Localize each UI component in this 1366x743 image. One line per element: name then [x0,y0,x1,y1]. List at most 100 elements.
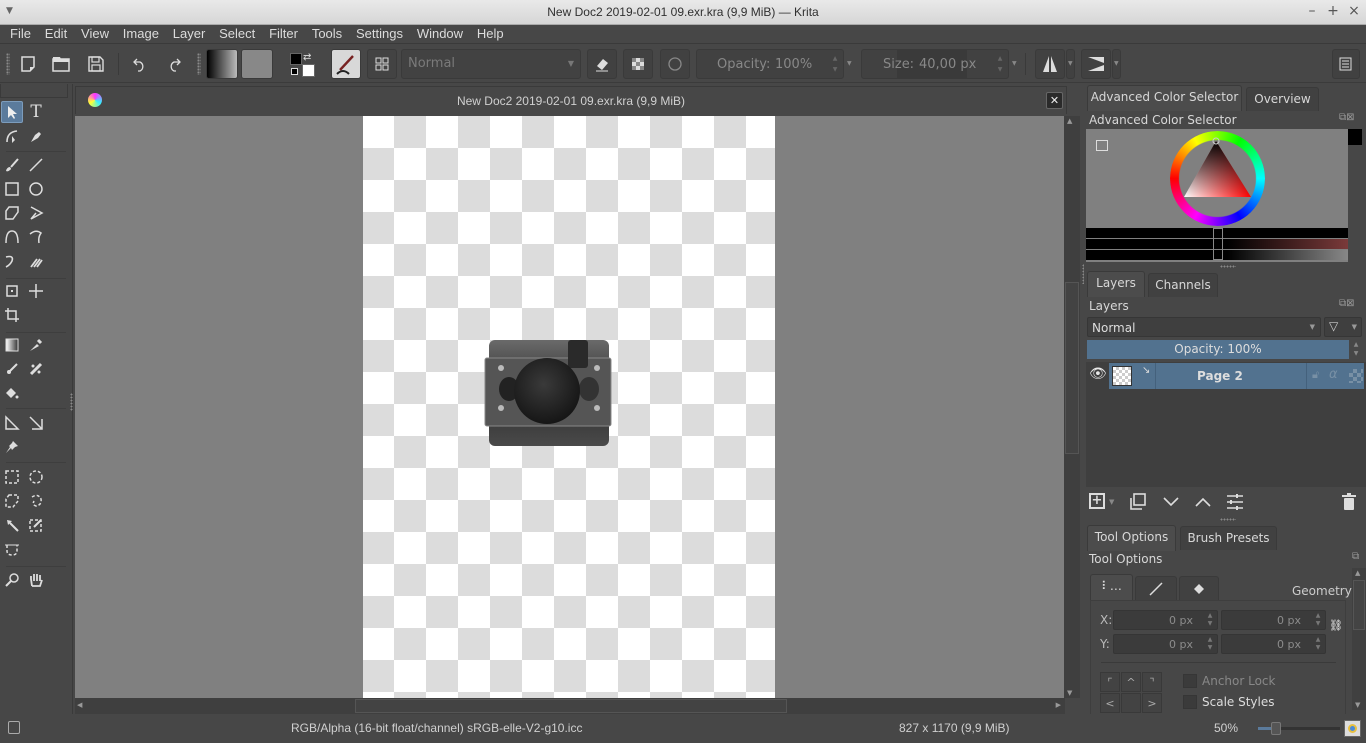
tool-fill[interactable] [1,382,23,404]
add-layer-button[interactable]: + [1089,493,1105,509]
gradient-selector[interactable] [206,49,238,79]
mirror-vertical-button[interactable] [1081,49,1111,79]
tool-transform[interactable] [1,280,23,302]
tab-channels[interactable]: Channels [1148,273,1218,297]
tool-freehand-brush[interactable] [1,154,23,176]
docker-menu-button[interactable] [1332,49,1360,79]
mirror-horizontal-button[interactable] [1035,49,1065,79]
tool-freehand-selection[interactable] [25,490,47,512]
docker-resize-handle[interactable] [1082,264,1084,284]
image-canvas[interactable] [363,116,775,698]
canvas-area[interactable] [75,116,1064,698]
tab-stroke[interactable] [1135,576,1177,600]
layer-opacity-slider[interactable]: Opacity: 100% [1087,340,1349,359]
scroll-left-icon[interactable]: ◀ [77,701,82,709]
tool-text[interactable]: T [25,101,47,123]
tool-options-scrollbar-thumb[interactable] [1353,580,1365,630]
tool-line[interactable] [25,154,47,176]
tool-polyline[interactable] [25,202,47,224]
mirror-horizontal-dropdown[interactable]: ▼ [1066,49,1075,79]
menu-window[interactable]: Window [412,25,468,41]
anchor-lock-checkbox[interactable] [1183,674,1197,688]
duplicate-layer-icon[interactable] [1129,493,1147,511]
layer-row[interactable]: ↘ Page 2 🔓︎ α [1109,363,1364,389]
brush-preset-button[interactable] [331,49,361,79]
swap-colors-icon[interactable]: ⇄ [303,52,311,63]
opacity-slider[interactable]: Opacity: 100% ▲ ▼ [696,49,844,79]
tab-tool-options[interactable]: Tool Options [1087,525,1176,551]
scroll-up-icon[interactable]: ▲ [1355,569,1360,577]
docker-splitter[interactable] [1220,265,1236,268]
size-spin-arrows[interactable]: ▲ ▼ [995,53,1005,75]
vertical-scrollbar[interactable]: ▲ ▼ [1064,116,1080,698]
menu-image[interactable]: Image [118,25,164,41]
anchor-center[interactable] [1121,693,1141,713]
docker-float-icon[interactable]: ⧉ [1352,551,1359,562]
layer-opacity-spin[interactable]: ▲ ▼ [1350,340,1362,359]
menu-tools[interactable]: Tools [307,25,347,41]
maximize-icon[interactable]: + [1325,3,1341,19]
move-layer-up-icon[interactable] [1194,495,1212,509]
tool-similar-selection[interactable] [25,514,47,536]
opacity-dropdown-icon[interactable]: ▼ [847,60,852,67]
reload-preset-button[interactable] [660,49,690,79]
tool-dynamic-brush[interactable] [1,250,23,272]
anchor-left[interactable]: < [1100,693,1120,713]
color-swatches[interactable]: ⇄ [288,51,318,79]
alpha-lock-icon[interactable]: α [1329,367,1338,382]
docker-float-close-icons[interactable]: ⧉⊠ [1339,112,1355,123]
advanced-color-selector[interactable] [1086,129,1362,262]
saturation-value-triangle[interactable] [1170,131,1265,226]
vertical-scrollbar-thumb[interactable] [1065,282,1079,454]
tool-assistant[interactable] [1,412,23,434]
tab-fill[interactable] [1179,576,1219,600]
horizontal-scrollbar-thumb[interactable] [355,699,787,713]
menu-edit[interactable]: Edit [40,25,72,41]
selection-display-icon[interactable] [8,721,20,734]
tool-color-picker[interactable] [25,334,47,356]
workspace-button[interactable] [367,49,397,79]
save-button[interactable] [81,49,111,79]
layer-name[interactable]: Page 2 [1197,369,1243,383]
size-slider[interactable]: Size: 40,00 px ▲ ▼ [861,49,1009,79]
minimize-icon[interactable]: – [1304,3,1320,19]
blend-mode-select[interactable]: Normal ▼ [401,49,581,79]
inherit-alpha-icon[interactable] [1349,369,1363,383]
tool-contiguous-selection[interactable] [1,514,23,536]
menu-help[interactable]: Help [472,25,509,41]
tool-edit-shapes[interactable] [1,125,23,147]
tool-polygon-selection[interactable] [1,490,23,512]
close-icon[interactable]: × [1346,3,1362,19]
mirror-vertical-dropdown[interactable]: ▼ [1112,49,1121,79]
toolbox-resize-handle[interactable] [70,393,73,411]
tool-bezier[interactable] [1,226,23,248]
opacity-spin-arrows[interactable]: ▲ ▼ [830,53,840,75]
tab-brush-presets[interactable]: Brush Presets [1180,526,1277,550]
zoom-slider-handle[interactable] [1271,722,1282,735]
pattern-selector[interactable] [241,49,273,79]
anchor-top-right[interactable]: ⌝ [1142,672,1162,692]
menu-layer[interactable]: Layer [168,25,211,41]
eraser-mode-button[interactable] [587,49,617,79]
background-color[interactable] [302,64,315,77]
tool-freehand-path[interactable] [25,226,47,248]
scroll-down-icon[interactable]: ▼ [1355,701,1360,709]
scale-styles-checkbox[interactable] [1183,695,1197,709]
tool-calligraphy[interactable] [25,125,47,147]
tab-advanced-color-selector[interactable]: Advanced Color Selector [1087,85,1242,111]
y-position-input[interactable]: 0 px ▲ ▼ [1113,634,1218,654]
horizontal-scrollbar[interactable]: ◀ ▶ [75,698,1065,714]
menu-select[interactable]: Select [214,25,260,41]
x-position-input[interactable]: 0 px ▲ ▼ [1113,610,1218,630]
tool-gradient[interactable] [1,334,23,356]
tool-bezier-selection[interactable] [1,538,23,560]
add-layer-dropdown-icon[interactable]: ▼ [1109,498,1114,506]
color-profile-status[interactable]: RGB/Alpha (16-bit float/channel) sRGB-el… [291,721,582,735]
tab-layers[interactable]: Layers [1087,271,1145,297]
tool-colorize-mask[interactable] [1,358,23,380]
tool-ellipse[interactable] [25,178,47,200]
tool-measure[interactable] [25,412,47,434]
docker-float-close-icons[interactable]: ⧉⊠ [1339,298,1355,309]
move-layer-down-icon[interactable] [1162,495,1180,509]
reset-colors-icon[interactable] [291,68,298,75]
